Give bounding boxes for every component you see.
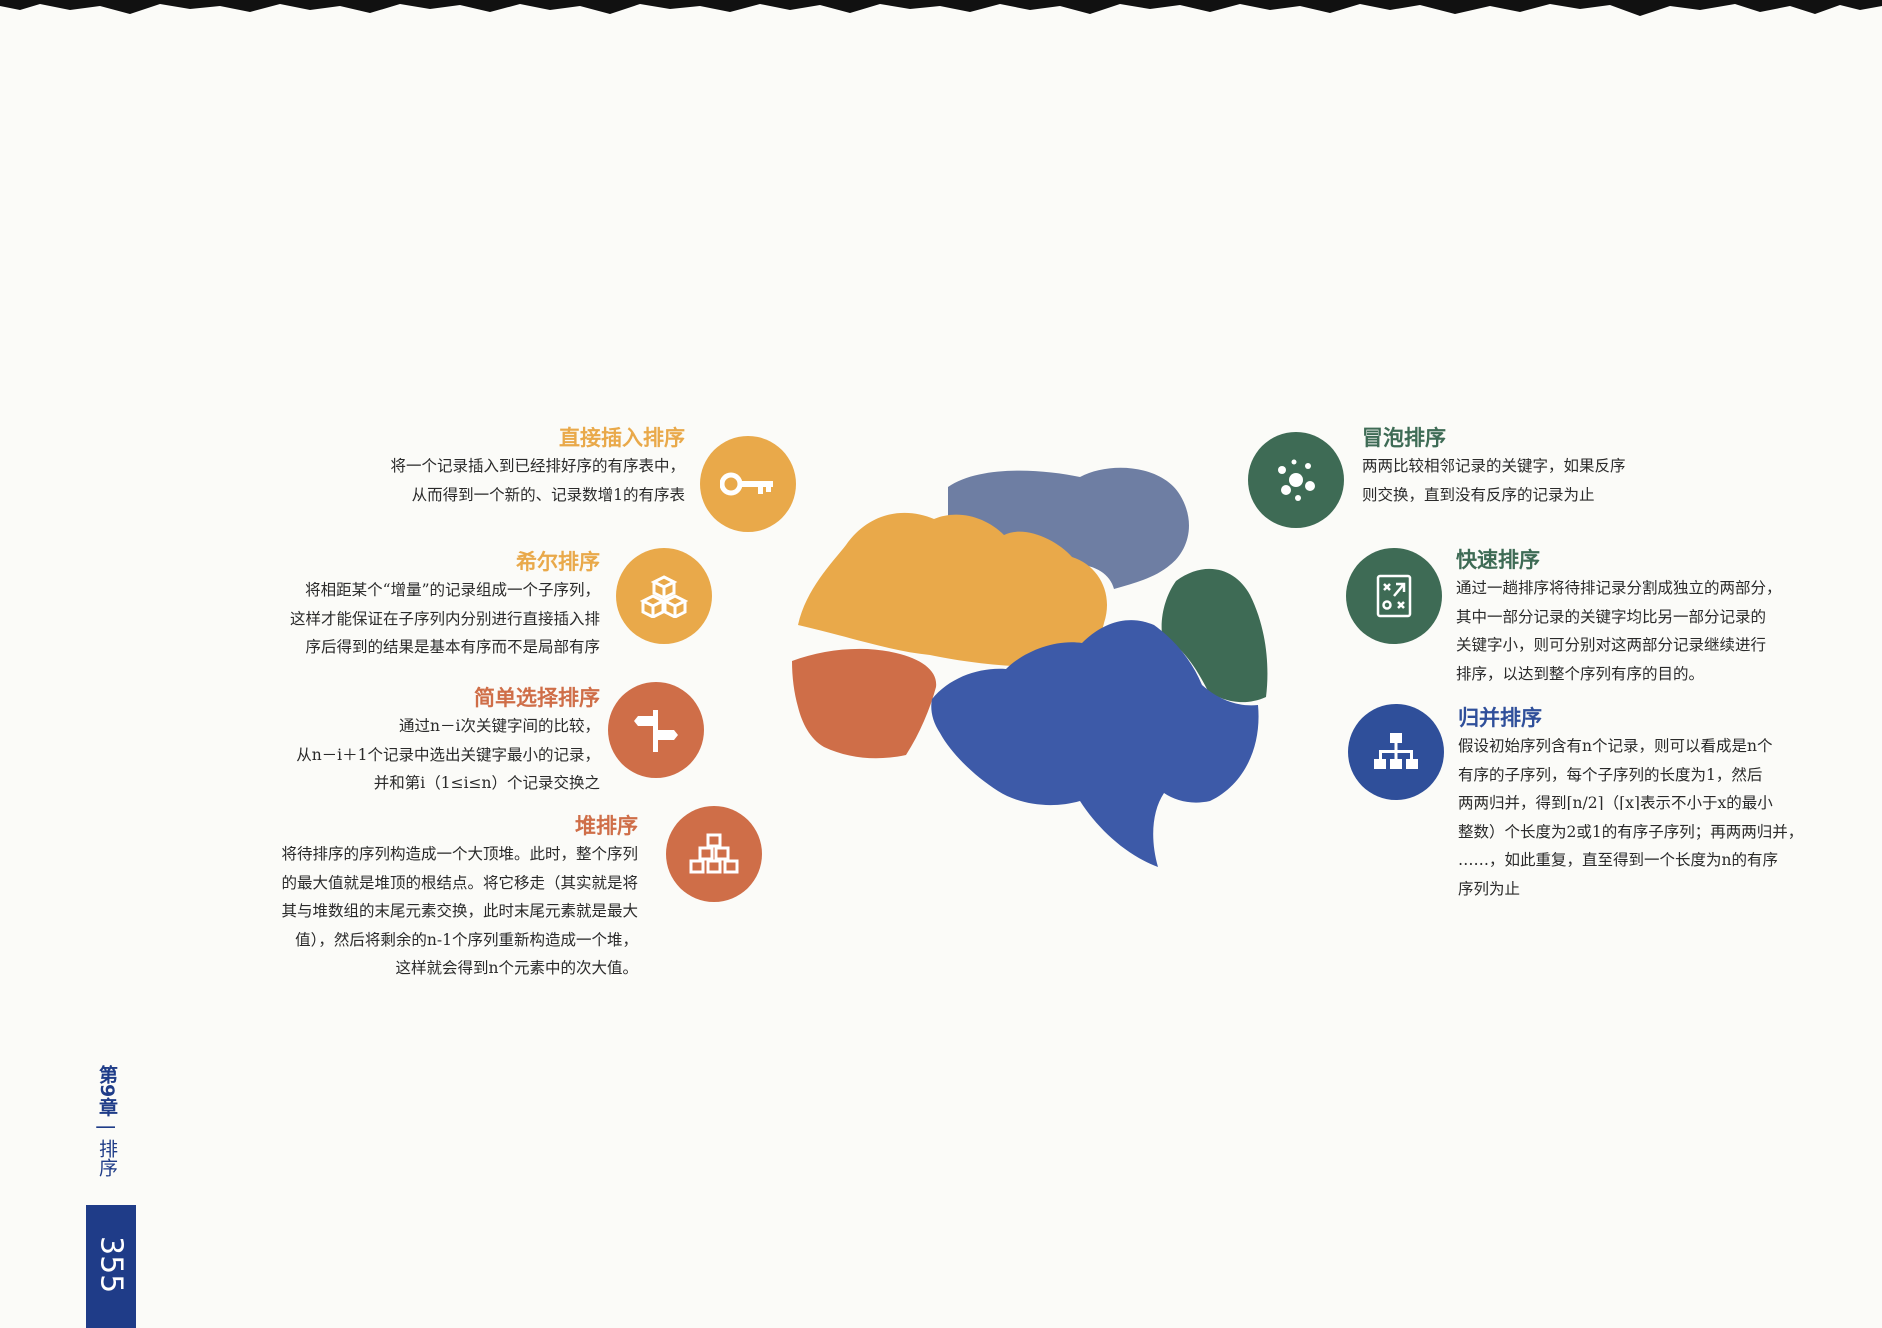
chapter-label: 第9章 | 排序	[94, 1065, 121, 1177]
topic-title: 简单选择排序	[474, 686, 600, 710]
page-number: 355	[93, 1236, 129, 1294]
brain-illustration	[792, 467, 1268, 867]
torn-paper-edge	[0, 0, 1882, 16]
strategy-board-icon	[1376, 574, 1412, 618]
topic-desc: 通过一趟排序将待排记录分割成独立的两部分， 其中一部分记录的关键字均比另一部分记…	[1456, 579, 1782, 683]
topic-title: 堆排序	[575, 814, 638, 838]
topic-desc: 通过n－i次关键字间的比较， 从n－i＋1个记录中选出关键字最小的记录， 并和第…	[296, 717, 600, 792]
cubes-icon	[640, 575, 688, 618]
topic-title: 快速排序	[1456, 548, 1540, 572]
chapter-separator: |	[96, 1124, 118, 1131]
key-icon	[720, 472, 773, 496]
topic-title: 冒泡排序	[1362, 426, 1446, 450]
chapter-number: 第9章	[96, 1065, 118, 1117]
topic-desc: 将一个记录插入到已经排好序的有序表中， 从而得到一个新的、记录数增1的有序表	[390, 457, 685, 504]
hierarchy-icon-circle	[1348, 704, 1444, 800]
topic-quick: 快速排序 通过一趟排序将待排记录分割成独立的两部分， 其中一部分记录的关键字均比…	[1456, 546, 1782, 688]
cubes-icon-circle	[616, 548, 712, 644]
topic-desc: 两两比较相邻记录的关键字，如果反序 则交换，直到没有反序的记录为止	[1362, 457, 1626, 504]
topic-desc: 将待排序的序列构造成一个大顶堆。此时，整个序列 的最大值就是堆顶的根结点。将它移…	[281, 845, 638, 977]
signpost-icon-circle	[608, 682, 704, 778]
topic-desc: 将相距某个“增量”的记录组成一个子序列， 这样才能保证在子序列内分别进行直接插入…	[289, 581, 600, 656]
topic-selection: 简单选择排序 通过n－i次关键字间的比较， 从n－i＋1个记录中选出关键字最小的…	[296, 684, 600, 798]
topic-title: 直接插入排序	[559, 426, 685, 450]
brain-lobe-red	[792, 648, 937, 759]
chapter-section: 排序	[96, 1138, 118, 1177]
bubbles-icon-circle	[1248, 432, 1344, 528]
topic-shell: 希尔排序 将相距某个“增量”的记录组成一个子序列， 这样才能保证在子序列内分别进…	[290, 548, 600, 662]
hierarchy-icon	[1374, 733, 1418, 769]
topic-title: 希尔排序	[516, 550, 600, 574]
signpost-icon	[634, 710, 678, 752]
topic-title: 归并排序	[1458, 706, 1542, 730]
topic-desc: 假设初始序列含有n个记录，则可以看成是n个 有序的子序列，每个子序列的长度为1，…	[1458, 737, 1804, 898]
topic-insertion: 直接插入排序 将一个记录插入到已经排好序的有序表中， 从而得到一个新的、记录数增…	[390, 424, 685, 509]
topic-merge: 归并排序 假设初始序列含有n个记录，则可以看成是n个 有序的子序列，每个子序列的…	[1458, 704, 1803, 903]
strategy-board-icon-circle	[1346, 548, 1442, 644]
topic-bubble: 冒泡排序 两两比较相邻记录的关键字，如果反序 则交换，直到没有反序的记录为止	[1362, 424, 1626, 509]
bubbles-icon	[1278, 459, 1315, 501]
boxes-pyramid-icon	[689, 833, 739, 874]
topic-heap: 堆排序 将待排序的序列构造成一个大顶堆。此时，整个序列 的最大值就是堆顶的根结点…	[281, 812, 638, 983]
boxes-pyramid-icon-circle	[666, 806, 762, 902]
